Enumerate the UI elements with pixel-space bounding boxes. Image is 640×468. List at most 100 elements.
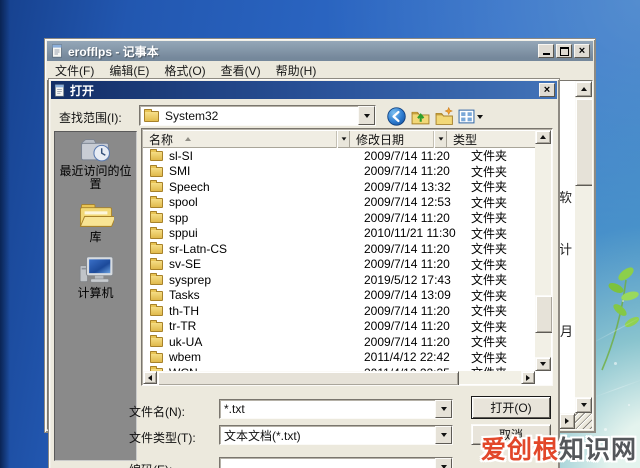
scroll-down-button[interactable] (535, 357, 551, 371)
column-label: 修改日期 (356, 132, 405, 147)
folder-icon (150, 335, 163, 348)
file-row[interactable]: spp 2009/7/14 11:20 文件夹 (143, 210, 535, 226)
file-row[interactable]: uk-UA 2009/7/14 11:20 文件夹 (143, 334, 535, 350)
file-type: 文件夹 (471, 211, 508, 226)
file-row[interactable]: sppui 2010/11/21 11:30 文件夹 (143, 226, 535, 242)
folder-icon (150, 195, 163, 208)
column-label: 名称 (149, 132, 174, 147)
file-date: 2009/7/14 11:20 (364, 241, 450, 256)
file-row[interactable]: sl-SI 2009/7/14 11:20 文件夹 (143, 148, 535, 164)
column-header-name[interactable]: 名称 (143, 130, 337, 148)
scroll-down-button[interactable] (575, 397, 592, 413)
dialog-titlebar[interactable]: 打开 (51, 81, 557, 99)
notepad-icon (52, 44, 62, 58)
back-button[interactable] (386, 107, 406, 126)
dropdown-button[interactable] (435, 400, 452, 418)
encoding-combobox[interactable] (219, 457, 453, 468)
file-date: 2009/7/14 11:20 (364, 303, 450, 318)
libraries-icon (79, 204, 114, 227)
file-row[interactable]: spool 2009/7/14 12:53 文件夹 (143, 195, 535, 211)
open-dialog: 打开 查找范围(I): System32 (48, 78, 560, 468)
scroll-right-button[interactable] (559, 413, 575, 429)
notepad-text: 软 (559, 190, 573, 205)
menu-item[interactable]: 文件(F) (55, 62, 94, 79)
view-menu-button[interactable] (457, 107, 483, 126)
file-row[interactable]: tr-TR 2009/7/14 11:20 文件夹 (143, 319, 535, 335)
menu-item[interactable]: 编辑(E) (109, 62, 149, 79)
scroll-up-button[interactable] (535, 130, 551, 144)
file-date: 2009/7/14 13:09 (364, 288, 451, 303)
place-libraries[interactable]: 库 (55, 202, 136, 244)
date-filter-button[interactable] (434, 130, 447, 148)
column-label: 类型 (453, 132, 478, 147)
dialog-close-button[interactable] (539, 83, 555, 97)
chevron-down-icon (438, 137, 443, 141)
menu-item[interactable]: 查看(V) (221, 62, 261, 79)
file-name: spp (169, 210, 189, 225)
notepad-vscrollbar[interactable] (575, 81, 592, 413)
notepad-titlebar[interactable]: erofflps - 记事本 (47, 41, 593, 61)
look-in-value: System32 (165, 108, 219, 123)
menu-item[interactable]: 格式(O) (164, 62, 205, 79)
scroll-up-button[interactable] (575, 81, 592, 97)
file-date: 2009/7/14 11:20 (364, 164, 450, 179)
place-recent-places[interactable]: 最近访问的位置 (55, 135, 136, 191)
dropdown-button[interactable] (435, 458, 452, 468)
up-one-level-button[interactable] (410, 107, 430, 126)
wallpaper-sparkle (614, 362, 617, 365)
file-name: sysprep (169, 272, 212, 287)
file-row[interactable]: Tasks 2009/7/14 13:09 文件夹 (143, 288, 535, 304)
menu-item[interactable]: 帮助(H) (276, 62, 317, 79)
maximize-icon (559, 46, 569, 56)
file-row[interactable]: sv-SE 2009/7/14 11:20 文件夹 (143, 257, 535, 273)
back-icon (386, 107, 406, 126)
scrollbar-thumb[interactable] (157, 371, 459, 385)
file-row[interactable]: wbem 2011/4/12 22:42 文件夹 (143, 350, 535, 366)
scrollbar-thumb[interactable] (535, 295, 552, 333)
file-type: 文件夹 (471, 350, 508, 365)
place-computer[interactable]: 计算机 (55, 255, 136, 300)
maximize-button[interactable] (556, 44, 572, 58)
file-row[interactable]: Speech 2009/7/14 13:32 文件夹 (143, 179, 535, 195)
minimize-button[interactable] (538, 44, 554, 58)
resize-grip-icon[interactable] (575, 413, 592, 429)
folder-icon (150, 273, 163, 286)
arrow-up-icon (540, 135, 546, 139)
open-button[interactable]: 打开(O) (471, 396, 551, 419)
folder-icon (150, 242, 163, 255)
scroll-right-button[interactable] (521, 371, 535, 384)
file-row[interactable]: th-TH 2009/7/14 11:20 文件夹 (143, 303, 535, 319)
file-type: 文件夹 (471, 335, 508, 350)
file-type: 文件夹 (471, 273, 508, 288)
file-row[interactable]: sysprep 2019/5/12 17:43 文件夹 (143, 272, 535, 288)
look-in-combobox[interactable]: System32 (139, 105, 376, 126)
close-button[interactable] (574, 44, 590, 58)
scroll-left-button[interactable] (143, 371, 157, 384)
dropdown-button[interactable] (435, 426, 452, 444)
file-name: Tasks (169, 288, 200, 303)
file-row[interactable]: SMI 2009/7/14 11:20 文件夹 (143, 164, 535, 180)
dialog-icon (54, 83, 65, 97)
file-name: tr-TR (169, 319, 197, 334)
file-type-combobox[interactable]: 文本文档(*.txt) (219, 425, 453, 445)
place-label: 计算机 (77, 286, 114, 300)
scrollbar-thumb[interactable] (575, 98, 592, 186)
file-type: 文件夹 (471, 319, 508, 334)
list-vscrollbar[interactable] (535, 130, 552, 371)
file-date: 2009/7/14 11:20 (364, 257, 450, 272)
dropdown-button[interactable] (358, 106, 375, 125)
name-filter-button[interactable] (337, 130, 350, 148)
new-folder-button[interactable] (434, 107, 454, 126)
list-hscrollbar[interactable] (143, 371, 535, 385)
file-name-combobox[interactable]: *.txt (219, 399, 453, 419)
file-list: 名称 修改日期 类型 sl-SI 2009/7/14 11:20 文件夹 SMI 200… (141, 128, 553, 386)
file-row[interactable]: sr-Latn-CS 2009/7/14 11:20 文件夹 (143, 241, 535, 257)
file-list-rows: sl-SI 2009/7/14 11:20 文件夹 SMI 2009/7/14 11:2… (143, 148, 535, 385)
watermark-text: 知识网 (558, 436, 637, 464)
desktop: erofflps - 记事本 文件(F) 编辑(E) 格式(O) 查看(V) 帮助(H)… (0, 0, 640, 468)
column-header-date[interactable]: 修改日期 (350, 130, 434, 148)
file-type: 文件夹 (471, 180, 508, 195)
wallpaper-sparkle (622, 300, 624, 302)
file-type: 文件夹 (471, 195, 508, 210)
arrow-down-icon (580, 403, 587, 407)
